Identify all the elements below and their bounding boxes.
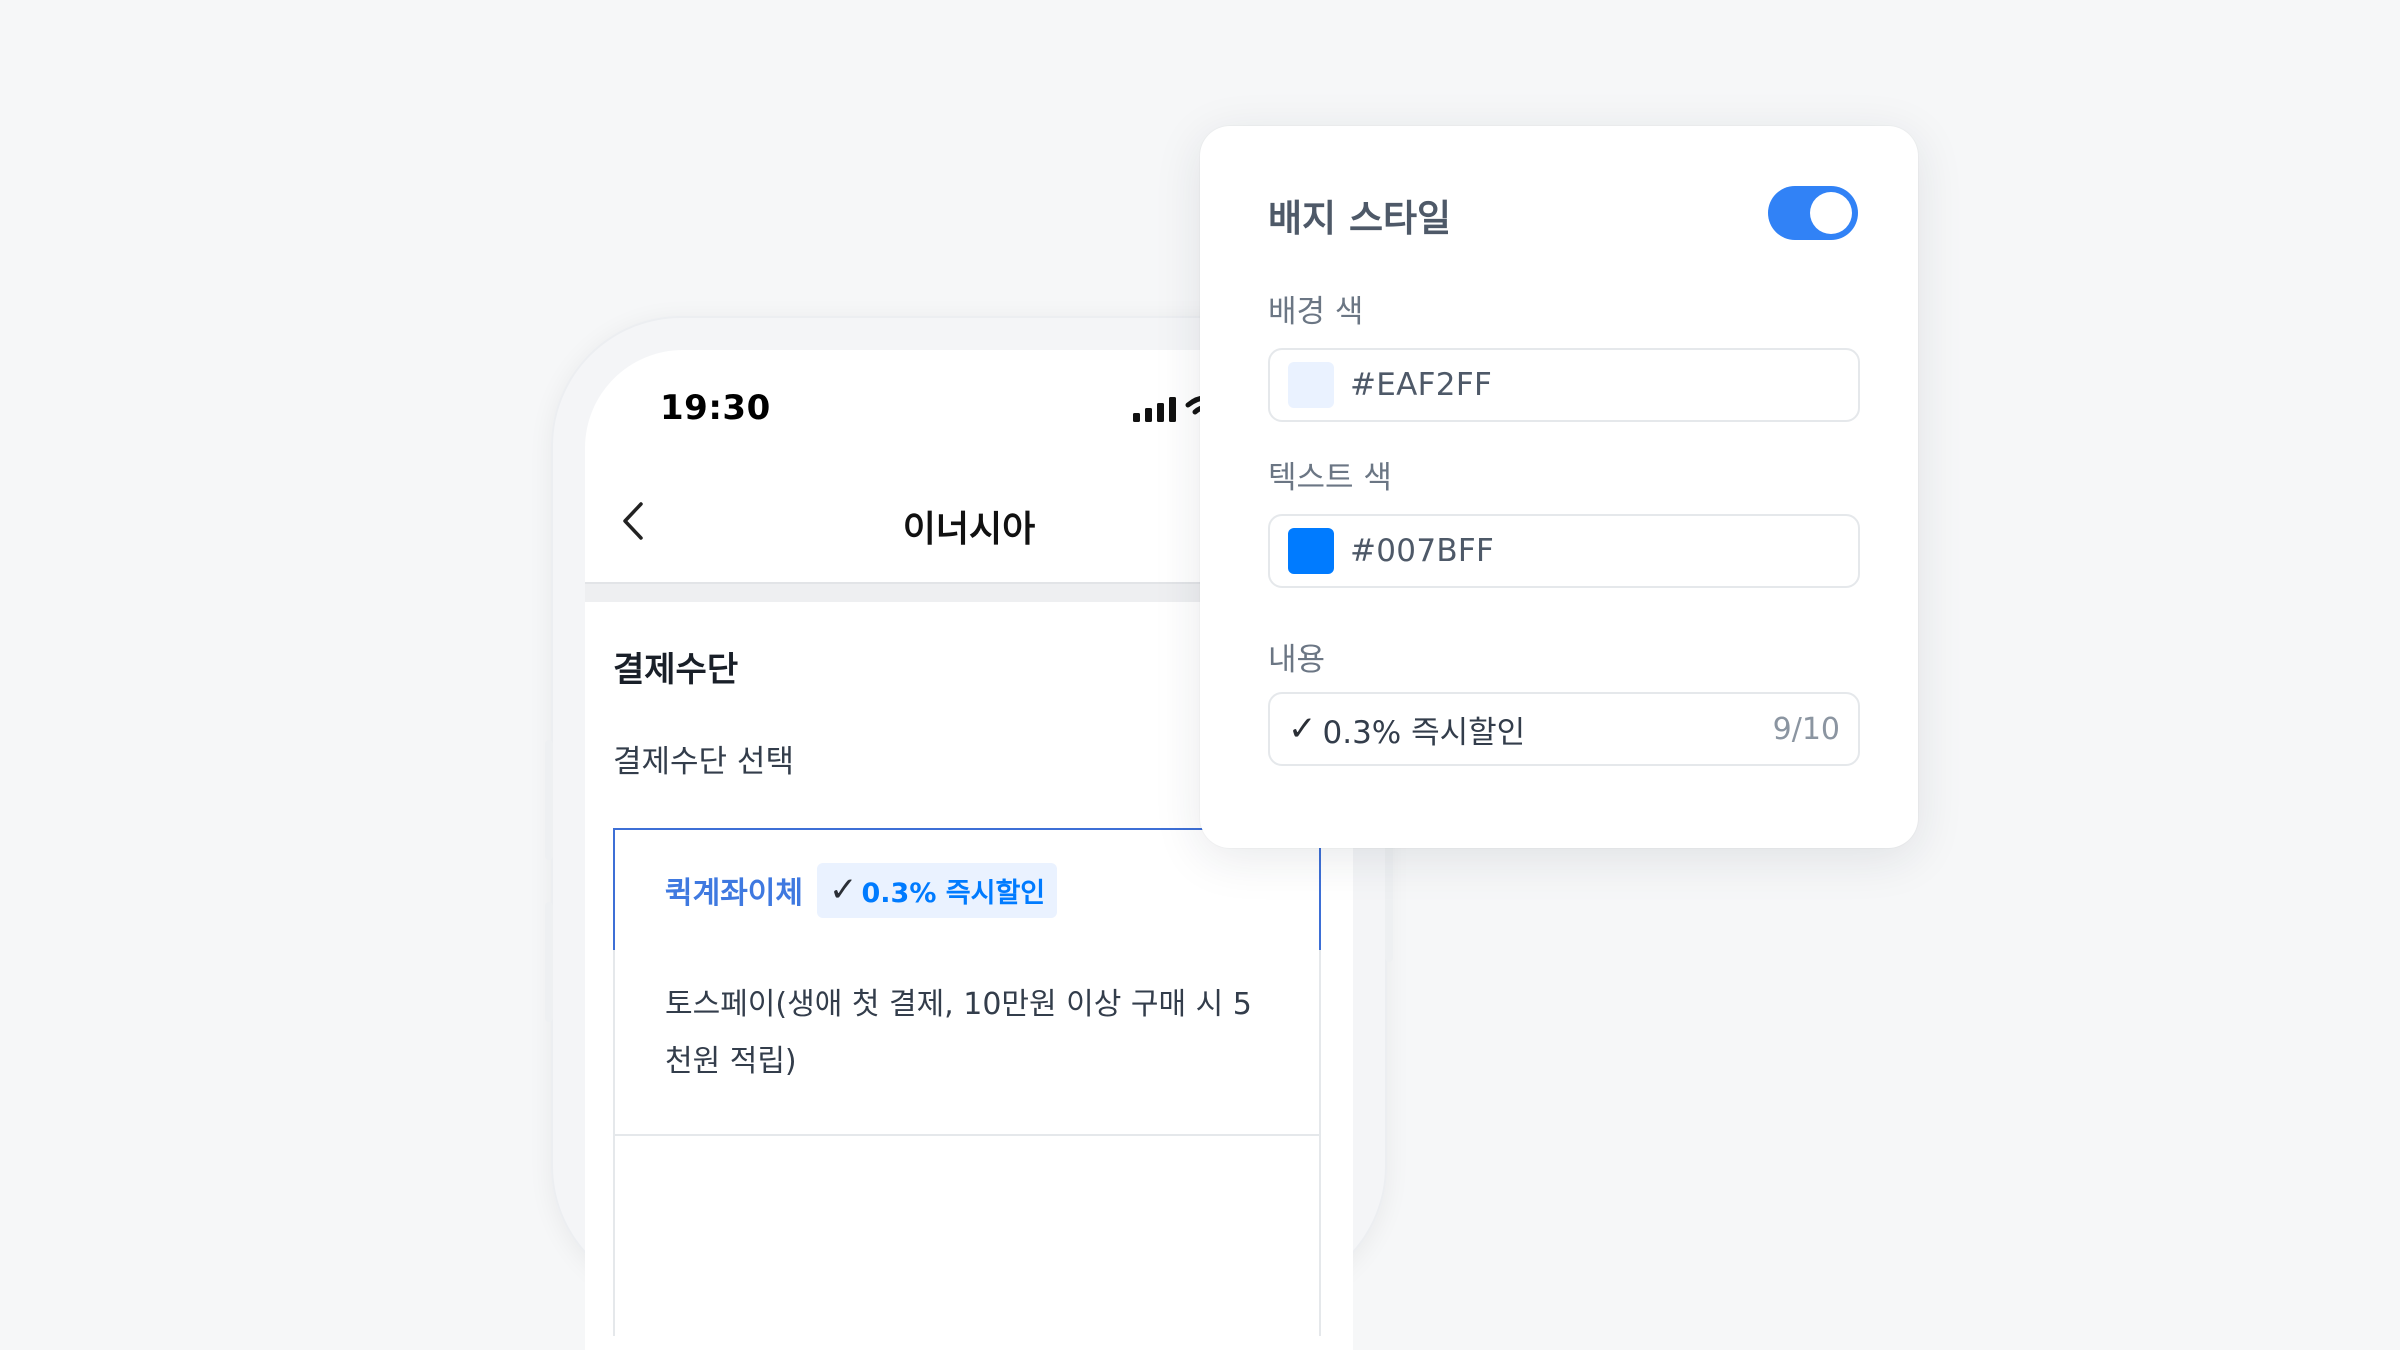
toggle-knob [1810,192,1852,234]
text-color-label: 텍스트 색 [1268,460,1392,496]
phone-side-button [545,902,553,1022]
background-color-swatch[interactable] [1288,362,1334,408]
character-counter: 9/10 [1772,711,1840,747]
content-value-text: 0.3% 즉시할인 [1322,714,1526,751]
discount-badge-text: 0.3% 즉시할인 [861,877,1046,909]
panel-title: 배지 스타일 [1268,197,1452,240]
payment-option[interactable] [613,1136,1321,1336]
check-icon: ✓ [1288,709,1317,749]
payment-option-tosspay[interactable]: 토스페이(생애 첫 결제, 10만원 이상 구매 시 5천원 적립) [613,950,1321,1136]
text-color-field[interactable]: #007BFF [1268,514,1860,588]
payment-option-label: 토스페이(생애 첫 결제, 10만원 이상 구매 시 5천원 적립) [665,987,1252,1079]
phone-side-button [545,740,553,860]
content-value: ✓ 0.3% 즉시할인 [1288,707,1773,752]
discount-badge: ✓ 0.3% 즉시할인 [817,862,1058,918]
payment-option-quick-transfer[interactable]: 퀵계좌이체 ✓ 0.3% 즉시할인 [613,828,1321,952]
text-color-swatch[interactable] [1288,528,1334,574]
text-color-value: #007BFF [1350,533,1495,569]
payment-option-name: 퀵계좌이체 [665,876,803,911]
badge-style-panel: 배지 스타일 배경 색 #EAF2FF 텍스트 색 #007BFF 내용 ✓ 0… [1200,126,1918,848]
check-icon: ✓ [829,870,858,910]
background-color-label: 배경 색 [1268,294,1364,330]
background-color-field[interactable]: #EAF2FF [1268,348,1860,422]
status-time: 19:30 [660,388,771,428]
badge-style-toggle[interactable] [1768,186,1858,240]
content-label: 내용 [1268,642,1326,678]
section-title: 결제수단 [613,650,739,690]
signal-icon [1133,396,1176,422]
section-subtitle: 결제수단 선택 [613,744,794,780]
content-field[interactable]: ✓ 0.3% 즉시할인 9/10 [1268,692,1860,766]
background-color-value: #EAF2FF [1350,367,1493,403]
